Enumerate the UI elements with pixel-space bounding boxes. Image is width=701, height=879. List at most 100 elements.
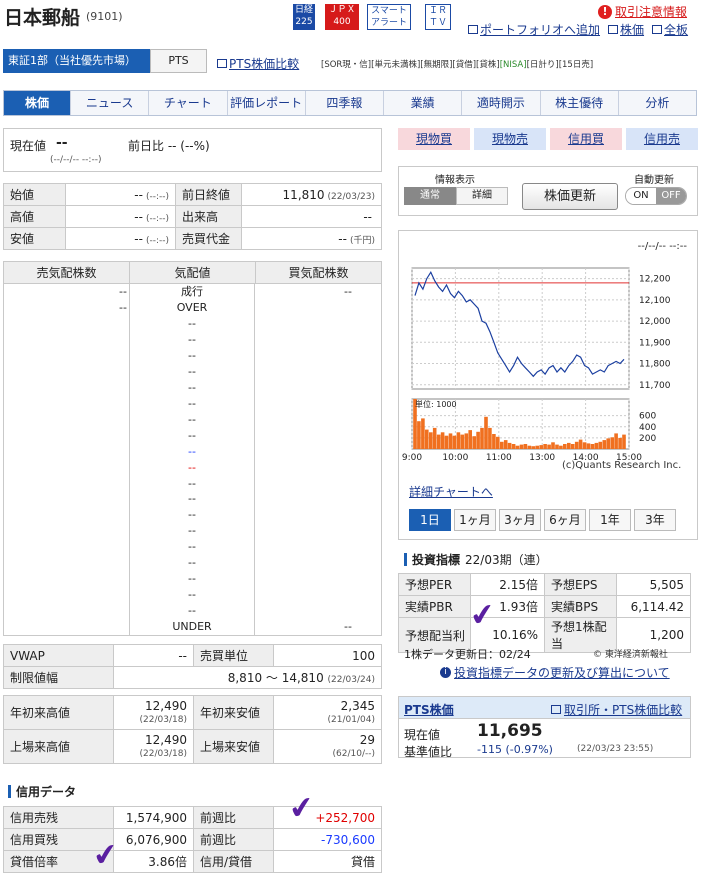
credit-title: 信用データ [8, 783, 76, 800]
yearly-value-cell: 2,345 (21/01/04) [273, 695, 382, 730]
badge-bottom: アラート [370, 18, 407, 28]
board-price[interactable]: -- [130, 444, 254, 460]
yearly-date: (22/03/18) [139, 714, 187, 725]
ohlc-value-cell: -- [241, 205, 382, 228]
board-price[interactable]: UNDER [130, 619, 254, 635]
margin-buy-button[interactable]: 信用買 [550, 128, 622, 150]
period-button[interactable]: 3年 [634, 509, 676, 531]
tab-disclosure[interactable]: 適時開示 [461, 91, 539, 115]
stock-price-link[interactable]: 株価 [608, 21, 644, 38]
smart-alert-badge[interactable]: スマート アラート [367, 4, 411, 30]
current-price-label: 現在値 [10, 139, 47, 153]
board-price[interactable]: -- [130, 460, 254, 476]
board-price[interactable]: 成行 [130, 284, 254, 300]
volume-bar [456, 432, 461, 449]
ohlc-value: -- [134, 209, 143, 224]
tab-rating-report[interactable]: 評価レポート [226, 91, 305, 115]
board-price[interactable]: OVER [130, 300, 254, 316]
tab-earnings[interactable]: 業績 [383, 91, 461, 115]
board-row: -- [4, 428, 381, 444]
update-price-button[interactable]: 株価更新 [522, 183, 618, 210]
badge-bottom: 225 [295, 17, 313, 27]
period-button[interactable]: 1日 [409, 509, 451, 531]
auto-update-label: 自動更新 [634, 175, 674, 186]
indicators-notice-link[interactable]: i 投資指標データの更新及び算出について [440, 664, 670, 681]
off-option[interactable]: OFF [656, 188, 686, 204]
board-row: -- [4, 444, 381, 460]
yearly-date: (22/03/18) [139, 748, 187, 759]
tab-analysis[interactable]: 分析 [617, 91, 696, 115]
portfolio-add-link[interactable]: ポートフォリオへ追加 [468, 21, 600, 38]
margin-sell-button[interactable]: 信用売 [626, 128, 698, 150]
badge-top: ＪＰＸ [328, 5, 356, 15]
board-price[interactable]: -- [130, 555, 254, 571]
ohlc-value: -- [134, 231, 143, 246]
tab-tse-prime[interactable]: 東証1部（当社優先市場） [3, 49, 150, 73]
board-price[interactable]: -- [130, 348, 254, 364]
indicators-notice-text: 投資指標データの更新及び算出について [454, 666, 670, 680]
board-price[interactable]: -- [130, 571, 254, 587]
board-price[interactable]: -- [130, 587, 254, 603]
on-option[interactable]: ON [626, 188, 656, 204]
tab-news[interactable]: ニュース [70, 91, 148, 115]
board-price[interactable]: -- [130, 396, 254, 412]
pts-compare-exchange-link[interactable]: 取引所・PTS株価比較 [551, 701, 682, 718]
board-price[interactable]: -- [130, 428, 254, 444]
yearly-table: 年初来高値 12,490 (22/03/18) 年初来安値 2,345 (21/01/04… [3, 695, 382, 764]
all-board-link[interactable]: 全板 [652, 21, 688, 38]
volume-bar [460, 434, 465, 449]
portfolio-add-text: ポートフォリオへ追加 [480, 23, 601, 37]
pts-box: PTS株価 取引所・PTS株価比較 現在値 11,695 基準値比 -115 (… [398, 696, 691, 759]
spot-buy-button[interactable]: 現物買 [398, 128, 470, 150]
normal-toggle[interactable]: 通常 [404, 187, 456, 205]
volume-bar [500, 441, 504, 449]
vwap-table: VWAP -- 売買単位 100 制限値幅 8,810 〜 14,810 (22… [3, 644, 382, 689]
detail-chart-link[interactable]: 詳細チャートへ [409, 483, 493, 500]
x-tick-label: 10:00 [442, 453, 468, 463]
pts-compare-link[interactable]: PTS株価比較 [217, 55, 299, 72]
board-price[interactable]: -- [130, 412, 254, 428]
tab-shareholder-benefits[interactable]: 株主優待 [539, 91, 618, 115]
ohlc-label: 安値 [3, 227, 66, 250]
board-price[interactable]: -- [130, 332, 254, 348]
jpx400-badge[interactable]: ＪＰＸ 400 [325, 4, 359, 30]
pts-title-link[interactable]: PTS株価 [404, 701, 454, 718]
period-button[interactable]: 6ヶ月 [544, 509, 586, 531]
board-buy-qty: -- [344, 285, 352, 298]
ir-tv-badge[interactable]: ＩＲ ＴＶ [425, 4, 451, 30]
indicator-value: 5,505 [616, 573, 691, 596]
period-button[interactable]: 1ヶ月 [454, 509, 496, 531]
volume-bar [563, 444, 567, 449]
tab-pts[interactable]: PTS [150, 49, 207, 73]
tab-shikiho[interactable]: 四季報 [304, 91, 383, 115]
board-row: -- [4, 523, 381, 539]
board-price[interactable]: -- [130, 507, 254, 523]
board-price[interactable]: -- [130, 523, 254, 539]
yearly-label: 年初来高値 [3, 695, 114, 730]
alert-info-link[interactable]: ! 取引注意情報 [598, 3, 687, 20]
volume-bar [472, 436, 476, 449]
tab-stock-price[interactable]: 株価 [4, 91, 70, 115]
tag: [貸借] [452, 60, 477, 70]
tab-chart[interactable]: チャート [148, 91, 226, 115]
indicator-row: 予想PER 2.15倍 予想EPS 5,505 [398, 573, 691, 596]
auto-update-switch[interactable]: ON OFF [625, 187, 687, 205]
board-price[interactable]: -- [130, 476, 254, 492]
board-price[interactable]: -- [130, 380, 254, 396]
board-price[interactable]: -- [130, 539, 254, 555]
spot-sell-button[interactable]: 現物売 [474, 128, 546, 150]
board-price[interactable]: -- [130, 316, 254, 332]
board-price[interactable]: -- [130, 364, 254, 380]
nav-tabs: 株価 ニュース チャート 評価レポート 四季報 業績 適時開示 株主優待 分析 [3, 90, 697, 116]
window-icon [608, 25, 619, 34]
board-price[interactable]: -- [130, 491, 254, 507]
board-price[interactable]: -- [130, 603, 254, 619]
nikkei225-badge[interactable]: 日経 225 [293, 4, 315, 30]
volume-bar [432, 427, 437, 449]
board-buy-qty: -- [344, 620, 352, 633]
chart-box: --/--/-- --:-- 9:00 10:00 11:00 13:00 14:00 1… [398, 230, 698, 540]
period-button[interactable]: 3ヶ月 [499, 509, 541, 531]
detail-toggle[interactable]: 詳細 [456, 187, 508, 205]
volume-bar [527, 445, 532, 449]
period-button[interactable]: 1年 [589, 509, 631, 531]
